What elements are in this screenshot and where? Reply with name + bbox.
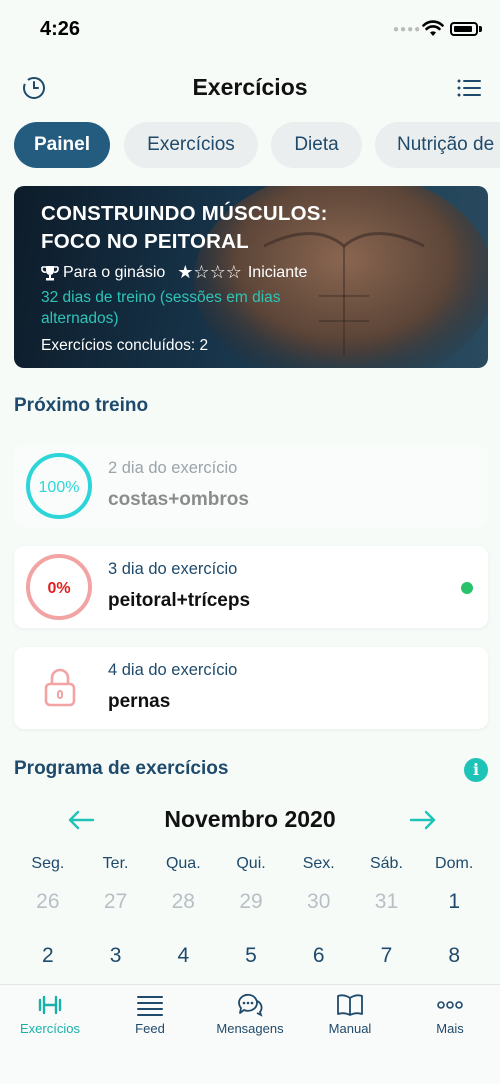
book-icon: [337, 994, 363, 1016]
battery-icon: [450, 22, 478, 36]
calendar-day[interactable]: 31: [353, 890, 421, 914]
calendar-day[interactable]: 1: [420, 890, 488, 914]
workout-card-day4[interactable]: 4 dia do exercício pernas: [14, 647, 488, 729]
nav-label: Mais: [436, 1021, 464, 1036]
battery-tip: [479, 26, 482, 32]
calendar-day[interactable]: 27: [82, 890, 150, 914]
calendar-nav: Novembro 2020: [0, 804, 500, 836]
program-title-heading: Programa de exercícios: [14, 758, 229, 779]
calendar-day[interactable]: 3: [82, 944, 150, 968]
workout-name: costas+ombros: [108, 489, 249, 510]
workout-name: peitoral+tríceps: [108, 590, 251, 611]
program-card[interactable]: CONSTRUINDO MÚSCULOS: FOCO NO PEITORAL P…: [14, 186, 488, 368]
workout-day-label: 2 dia do exercício: [108, 459, 238, 477]
nav-label: Manual: [328, 1021, 372, 1036]
calendar-week-1: 26 27 28 29 30 31 1: [14, 890, 488, 914]
program-meta: Para o ginásio ★☆☆☆ Iniciante: [41, 262, 307, 283]
calendar-day[interactable]: 4: [149, 944, 217, 968]
more-dots-icon: [437, 1001, 463, 1009]
page-title: Exercícios: [192, 74, 308, 100]
signal-icon: ●●●●: [393, 24, 422, 35]
nav-label: Feed: [135, 1021, 165, 1036]
next-workout-title: Próximo treino: [14, 395, 149, 416]
nav-mais[interactable]: Mais: [400, 985, 500, 1045]
workout-day-label: 4 dia do exercício: [108, 661, 238, 679]
nav-label: Mensagens: [216, 1021, 284, 1036]
calendar-day[interactable]: 29: [217, 890, 285, 914]
weekday-label: Ter.: [102, 855, 129, 872]
calendar-day[interactable]: 8: [420, 944, 488, 968]
progress-ring: 100%: [26, 453, 92, 519]
arrow-right-icon[interactable]: [408, 808, 438, 832]
tab-bar: Painel Exercícios Dieta Nutrição de: [0, 122, 500, 170]
status-dot: [461, 582, 473, 594]
workout-card-day2[interactable]: 100% 2 dia do exercício costas+ombros: [14, 445, 488, 527]
status-bar: 4:26 ●●●●: [0, 0, 500, 60]
weekday-label: Seg.: [31, 855, 65, 872]
trophy-icon: [41, 265, 59, 280]
tab-nutricao[interactable]: Nutrição de: [375, 122, 500, 168]
app-header: Exercícios: [0, 62, 500, 114]
list-menu-icon[interactable]: [456, 76, 482, 100]
weekday-label: Qua.: [165, 855, 201, 872]
nav-mensagens[interactable]: Mensagens: [200, 985, 300, 1045]
completed-count: Exercícios concluídos: 2: [41, 337, 208, 355]
weekday-label: Sex.: [302, 855, 335, 872]
completed-label: Exercícios concluídos:: [41, 337, 196, 354]
calendar-weekdays: Seg. Ter. Qua. Qui. Sex. Sáb. Dom.: [14, 855, 488, 873]
bottom-nav: Exercícios Feed Mensagens Manual Mais: [0, 984, 500, 1084]
calendar-day[interactable]: 7: [353, 944, 421, 968]
weekday-label: Sáb.: [369, 855, 403, 872]
program-schedule: 32 dias de treino (sessões em dias alter…: [41, 289, 281, 327]
rating-stars-icon: ★☆☆☆: [177, 262, 242, 282]
tab-painel[interactable]: Painel: [14, 122, 110, 168]
calendar-day[interactable]: 26: [14, 890, 82, 914]
calendar-day[interactable]: 6: [285, 944, 353, 968]
dumbbell-icon: [38, 995, 62, 1015]
nav-exercicios[interactable]: Exercícios: [0, 985, 100, 1045]
completed-value: 2: [199, 337, 209, 354]
weekday-label: Qui.: [236, 855, 266, 872]
workout-day-label: 3 dia do exercício: [108, 560, 238, 578]
progress-ring: 0%: [26, 554, 92, 620]
program-title-line1: CONSTRUINDO MÚSCULOS:: [41, 202, 328, 225]
calendar-day[interactable]: 2: [14, 944, 82, 968]
program-title-line2: FOCO NO PEITORAL: [41, 230, 249, 253]
nav-label: Exercícios: [20, 1021, 80, 1036]
calendar-day[interactable]: 30: [285, 890, 353, 914]
program-title: CONSTRUINDO MÚSCULOS: FOCO NO PEITORAL: [41, 200, 328, 256]
chat-icon: [238, 993, 263, 1017]
menu-lines-icon: [137, 996, 163, 1016]
nav-feed[interactable]: Feed: [100, 985, 200, 1045]
calendar-week-2: 2 3 4 5 6 7 8: [14, 944, 488, 968]
workout-name: pernas: [108, 691, 171, 712]
program-level: Iniciante: [247, 263, 308, 281]
calendar-day[interactable]: 28: [149, 890, 217, 914]
workout-card-day3[interactable]: 0% 3 dia do exercício peitoral+tríceps: [14, 546, 488, 628]
weekday-label: Dom.: [435, 855, 474, 872]
info-icon[interactable]: i: [464, 758, 488, 782]
tab-exercicios[interactable]: Exercícios: [124, 122, 258, 168]
wifi-icon: [422, 20, 444, 36]
calendar-day[interactable]: 5: [217, 944, 285, 968]
program-location: Para o ginásio: [63, 263, 166, 281]
nav-manual[interactable]: Manual: [300, 985, 400, 1045]
lock-icon: [44, 668, 76, 707]
tab-dieta[interactable]: Dieta: [271, 122, 362, 168]
status-time: 4:26: [40, 18, 81, 40]
